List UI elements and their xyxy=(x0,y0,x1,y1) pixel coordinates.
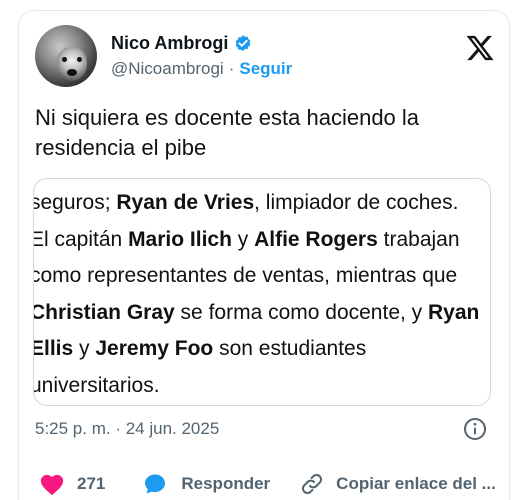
quote-name: Ellis xyxy=(33,337,74,360)
reply-bubble-icon xyxy=(145,474,166,494)
name-row: Nico Ambrogi xyxy=(111,33,253,54)
tweet-timestamp[interactable]: 5:25 p. m. · 24 jun. 2025 xyxy=(35,419,219,439)
quote-line: El capitán Mario Ilich y Alfie Rogers tr… xyxy=(33,222,490,259)
heart-icon xyxy=(40,474,64,496)
quote-text: , limpiador de coches. xyxy=(254,191,459,214)
x-logo-icon[interactable] xyxy=(465,33,495,63)
quote-name: Ryan xyxy=(428,300,480,324)
avatar-eye-left xyxy=(62,57,67,62)
tweet-text: Ni siquiera es docente esta haciendo la … xyxy=(35,105,420,160)
avatar[interactable] xyxy=(35,25,97,87)
quoted-text: seguros; Ryan de Vries, limpiador de coc… xyxy=(33,185,490,405)
like-count: 271 xyxy=(77,474,106,493)
author-display-name[interactable]: Nico Ambrogi xyxy=(111,33,228,54)
reply-button[interactable]: Responder xyxy=(143,472,270,496)
author-handle[interactable]: @Nicoambrogi xyxy=(111,59,224,79)
quote-text: y xyxy=(73,337,96,360)
quote-line: como representantes de ventas, mientras … xyxy=(33,258,490,295)
quote-line: seguros; Ryan de Vries, limpiador de coc… xyxy=(33,185,490,222)
quote-text: trabajan xyxy=(377,227,460,251)
quote-name: Ryan de Vries xyxy=(116,191,255,214)
quoted-media[interactable]: seguros; Ryan de Vries, limpiador de coc… xyxy=(33,178,491,406)
quote-name: Mario Ilich xyxy=(128,227,232,251)
handle-row: @Nicoambrogi · Seguir xyxy=(111,59,292,79)
verified-badge-icon xyxy=(236,34,251,51)
quote-line: universitarios. xyxy=(33,368,490,405)
tweet-card: Nico Ambrogi @Nicoambrogi · Seguir Ni si… xyxy=(18,10,510,500)
copy-link-label: Copiar enlace del ... xyxy=(336,474,496,493)
quote-name: Christian Gray xyxy=(33,300,175,324)
like-button[interactable]: 271 xyxy=(39,472,105,496)
quote-text: y xyxy=(231,227,255,251)
quote-text: se forma como docente, y xyxy=(174,300,429,324)
avatar-nose xyxy=(67,69,77,76)
tweet-header: Nico Ambrogi @Nicoambrogi · Seguir xyxy=(35,25,495,89)
quote-name: Jeremy Foo xyxy=(95,337,214,360)
quote-text: son estudiantes xyxy=(213,337,367,360)
quote-text: como representantes de ventas, mientras … xyxy=(33,264,458,287)
quote-name: Alfie Rogers xyxy=(254,227,378,251)
quote-line: Christian Gray se forma como docente, y … xyxy=(33,295,490,332)
info-icon[interactable] xyxy=(463,417,487,441)
link-icon xyxy=(302,473,323,495)
quote-line: Ellis y Jeremy Foo son estudiantes xyxy=(33,331,490,368)
quote-text: universitarios. xyxy=(33,373,160,397)
avatar-eye-right xyxy=(77,57,82,62)
follow-button[interactable]: Seguir xyxy=(239,59,292,79)
copy-link-button[interactable]: Copiar enlace del ... xyxy=(300,472,496,496)
reply-label: Responder xyxy=(181,474,271,493)
action-bar: 271 Responder Copiar enlace del ... xyxy=(39,469,499,499)
quote-text: El capitán xyxy=(33,227,129,251)
separator-dot: · xyxy=(228,59,235,78)
quote-text: seguros; xyxy=(33,191,117,214)
